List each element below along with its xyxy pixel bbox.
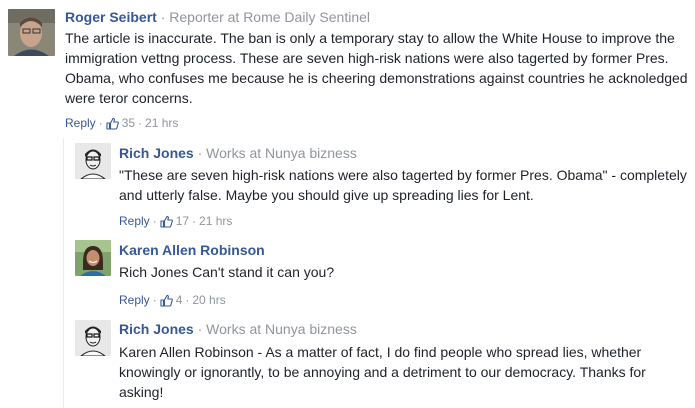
timestamp[interactable]: 20 hrs: [192, 292, 225, 308]
thumbs-up-icon[interactable]: [160, 215, 173, 228]
reply-button[interactable]: Reply: [119, 292, 150, 308]
author-name[interactable]: Rich Jones: [119, 145, 194, 161]
author-role: Works at Nunya bizness: [206, 145, 357, 161]
avatar-rich-icon: [75, 143, 111, 179]
reply-button[interactable]: Reply: [65, 115, 96, 131]
comment-actions: Reply · 17 · 21 hrs: [119, 213, 232, 229]
header-separator: ·: [160, 9, 166, 25]
action-separator: ·: [185, 293, 190, 307]
avatar[interactable]: [75, 240, 111, 276]
comment-actions: Reply · 4 · 20 hrs: [119, 292, 226, 308]
action-separator: ·: [152, 293, 157, 307]
author-role: Reporter at Rome Daily Sentinel: [169, 9, 371, 25]
action-separator: ·: [192, 214, 197, 228]
timestamp[interactable]: 21 hrs: [145, 115, 178, 131]
action-separator: ·: [98, 116, 103, 130]
avatar[interactable]: [75, 143, 111, 179]
reply-button[interactable]: Reply: [119, 213, 150, 229]
author-name[interactable]: Karen Allen Robinson: [119, 242, 265, 258]
avatar[interactable]: [75, 320, 111, 356]
comment-text: "These are seven high-risk nations were …: [119, 167, 687, 203]
action-separator: ·: [152, 214, 157, 228]
comment-text: Karen Allen Robinson - As a matter of fa…: [119, 344, 646, 400]
comment-header: Roger Seibert · Reporter at Rome Daily S…: [65, 8, 370, 26]
comment-actions: Reply · 35 · 21 hrs: [65, 115, 178, 131]
author-name[interactable]: Roger Seibert: [65, 9, 157, 25]
avatar-roger-icon: [8, 9, 55, 56]
author-role: Works at Nunya bizness: [206, 321, 357, 337]
avatar-karen-icon: [75, 240, 111, 276]
header-separator: ·: [197, 145, 203, 161]
like-count: 17: [175, 214, 190, 228]
timestamp[interactable]: 21 hrs: [199, 213, 232, 229]
like-count: 4: [175, 293, 183, 307]
header-separator: ·: [197, 321, 203, 337]
reply-thread-line: [63, 138, 64, 408]
comment-header: Karen Allen Robinson: [119, 241, 265, 259]
thumbs-up-icon[interactable]: [160, 294, 173, 307]
avatar-rich-icon: [75, 320, 111, 356]
comment-text: The article is inaccurate. The ban is on…: [65, 30, 688, 106]
avatar[interactable]: [8, 9, 55, 56]
comment-header: Rich Jones · Works at Nunya bizness: [119, 144, 357, 162]
like-count: 35: [121, 116, 136, 130]
action-separator: ·: [138, 116, 143, 130]
author-name[interactable]: Rich Jones: [119, 321, 194, 337]
thumbs-up-icon[interactable]: [106, 117, 119, 130]
comment-header: Rich Jones · Works at Nunya bizness: [119, 320, 357, 338]
comment-text: Rich Jones Can't stand it can you?: [119, 264, 335, 280]
